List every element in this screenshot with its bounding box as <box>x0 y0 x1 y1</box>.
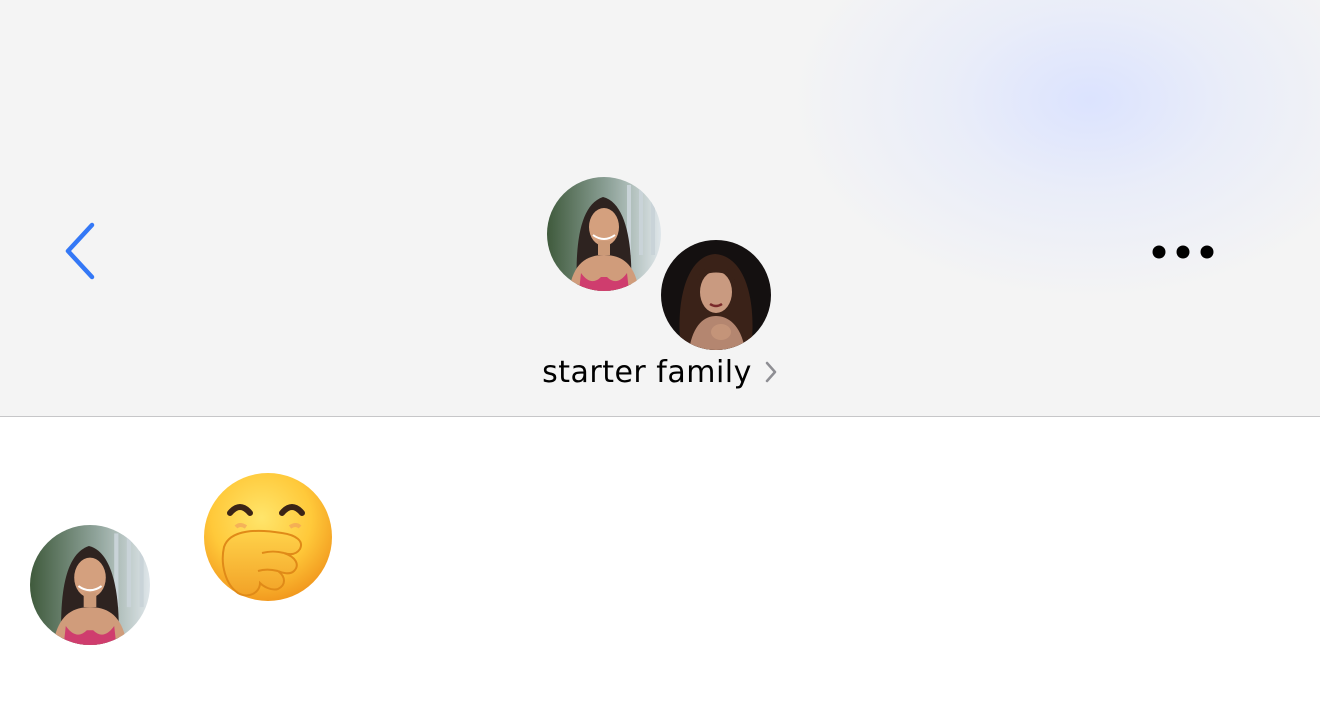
chevron-left-icon <box>65 222 95 280</box>
group-title[interactable]: starter family <box>520 350 800 394</box>
member-avatar-1 <box>546 176 662 292</box>
member-avatar-2 <box>659 238 773 352</box>
group-name: starter family <box>542 354 752 390</box>
sender-avatar[interactable] <box>30 525 150 645</box>
more-options-button[interactable] <box>1140 228 1226 276</box>
chevron-right-icon <box>765 361 777 383</box>
emoji-message[interactable] <box>200 471 336 607</box>
back-button[interactable] <box>52 212 112 290</box>
ellipsis-icon <box>1152 245 1214 259</box>
face-with-hand-over-mouth-icon <box>204 473 332 601</box>
chat-header: starter family <box>0 0 1320 417</box>
group-avatars[interactable] <box>540 170 780 352</box>
message-row <box>0 417 1320 726</box>
